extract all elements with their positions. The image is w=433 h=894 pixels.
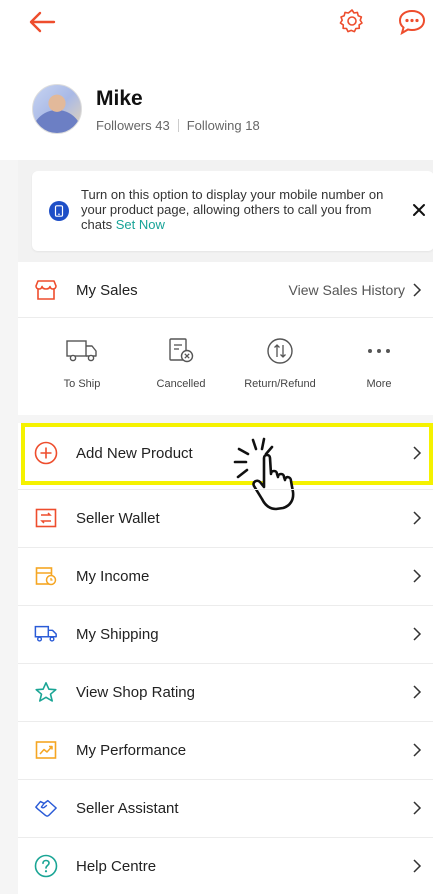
my-sales-row[interactable]: My Sales View Sales History bbox=[18, 262, 433, 318]
back-button[interactable] bbox=[26, 6, 58, 38]
divider bbox=[18, 317, 433, 318]
status-more[interactable]: More bbox=[329, 324, 429, 404]
menu-item-label: Help Centre bbox=[76, 857, 157, 875]
avatar[interactable] bbox=[32, 84, 82, 134]
top-bar: Mike Followers 43 Following 18 bbox=[0, 0, 433, 160]
menu-item-label: My Performance bbox=[76, 741, 187, 759]
menu-item-label: View Shop Rating bbox=[76, 683, 195, 701]
menu-item-label: Seller Assistant bbox=[76, 799, 179, 817]
chevron-right-icon bbox=[413, 511, 422, 525]
menu-item-my-shipping[interactable]: My Shipping bbox=[18, 606, 433, 662]
status-label: Return/Refund bbox=[244, 378, 316, 390]
status-return-refund[interactable]: Return/Refund bbox=[230, 324, 330, 404]
more-dots-icon bbox=[362, 334, 396, 368]
menu-item-label: Seller Wallet bbox=[76, 509, 160, 527]
profile-name: Mike bbox=[96, 86, 143, 110]
shipping-truck-icon bbox=[34, 622, 58, 646]
menu-item-help-centre[interactable]: Help Centre bbox=[18, 838, 433, 894]
order-status-grid: To Ship Cancelled Return/Refund More bbox=[18, 324, 433, 404]
notice-area: Turn on this option to display your mobi… bbox=[18, 160, 433, 262]
assistant-hand-icon bbox=[34, 796, 58, 820]
menu-item-label: My Shipping bbox=[76, 625, 159, 643]
my-sales-label: My Sales bbox=[76, 281, 138, 299]
notice-text: Turn on this option to display your mobi… bbox=[81, 187, 401, 232]
chevron-right-icon bbox=[413, 283, 422, 297]
stats-divider bbox=[177, 118, 179, 132]
star-icon bbox=[34, 680, 58, 704]
phone-icon bbox=[49, 201, 69, 221]
truck-icon bbox=[65, 334, 99, 368]
followers-count[interactable]: Followers 43 bbox=[96, 118, 170, 133]
arrow-left-icon bbox=[29, 11, 56, 33]
set-now-link[interactable]: Set Now bbox=[116, 217, 165, 232]
status-label: Cancelled bbox=[156, 378, 206, 390]
mobile-number-notice: Turn on this option to display your mobi… bbox=[32, 171, 433, 251]
menu-item-label: My Income bbox=[76, 567, 150, 585]
menu-item-my-income[interactable]: My Income bbox=[18, 548, 433, 604]
chat-button[interactable] bbox=[396, 6, 428, 38]
menu-item-my-performance[interactable]: My Performance bbox=[18, 722, 433, 778]
performance-chart-icon bbox=[34, 738, 58, 762]
seller-menu: Add New Product Seller Wallet My Income … bbox=[18, 423, 433, 894]
chevron-right-icon bbox=[413, 569, 422, 583]
chat-bubble-icon bbox=[398, 9, 426, 36]
status-to-ship[interactable]: To Ship bbox=[32, 324, 132, 404]
status-cancelled[interactable]: Cancelled bbox=[131, 324, 231, 404]
close-icon bbox=[413, 204, 425, 216]
wallet-icon bbox=[34, 506, 58, 530]
cancelled-doc-icon bbox=[164, 334, 198, 368]
chevron-right-icon bbox=[413, 801, 422, 815]
menu-item-seller-wallet[interactable]: Seller Wallet bbox=[18, 490, 433, 546]
chevron-right-icon bbox=[413, 859, 422, 873]
status-label: To Ship bbox=[63, 378, 101, 390]
menu-item-seller-assistant[interactable]: Seller Assistant bbox=[18, 780, 433, 836]
status-label: More bbox=[366, 378, 392, 390]
notice-close-button[interactable] bbox=[412, 203, 426, 217]
income-icon bbox=[34, 564, 58, 588]
profile-header[interactable]: Mike Followers 43 Following 18 bbox=[32, 84, 260, 134]
menu-item-view-shop-rating[interactable]: View Shop Rating bbox=[18, 664, 433, 720]
return-refund-icon bbox=[263, 334, 297, 368]
settings-button[interactable] bbox=[337, 6, 367, 36]
chevron-right-icon bbox=[413, 685, 422, 699]
profile-stats: Followers 43 Following 18 bbox=[96, 118, 260, 133]
view-sales-history-label: View Sales History bbox=[288, 282, 405, 298]
view-sales-history-link[interactable]: View Sales History bbox=[289, 282, 423, 298]
help-icon bbox=[34, 854, 58, 878]
chevron-right-icon bbox=[413, 743, 422, 757]
chevron-right-icon bbox=[413, 627, 422, 641]
following-count[interactable]: Following 18 bbox=[187, 118, 260, 133]
my-sales-section: My Sales View Sales History To Ship Canc… bbox=[18, 262, 433, 415]
shop-icon bbox=[34, 278, 58, 302]
profile-info: Mike Followers 43 Following 18 bbox=[96, 86, 260, 133]
gear-icon bbox=[339, 9, 363, 33]
